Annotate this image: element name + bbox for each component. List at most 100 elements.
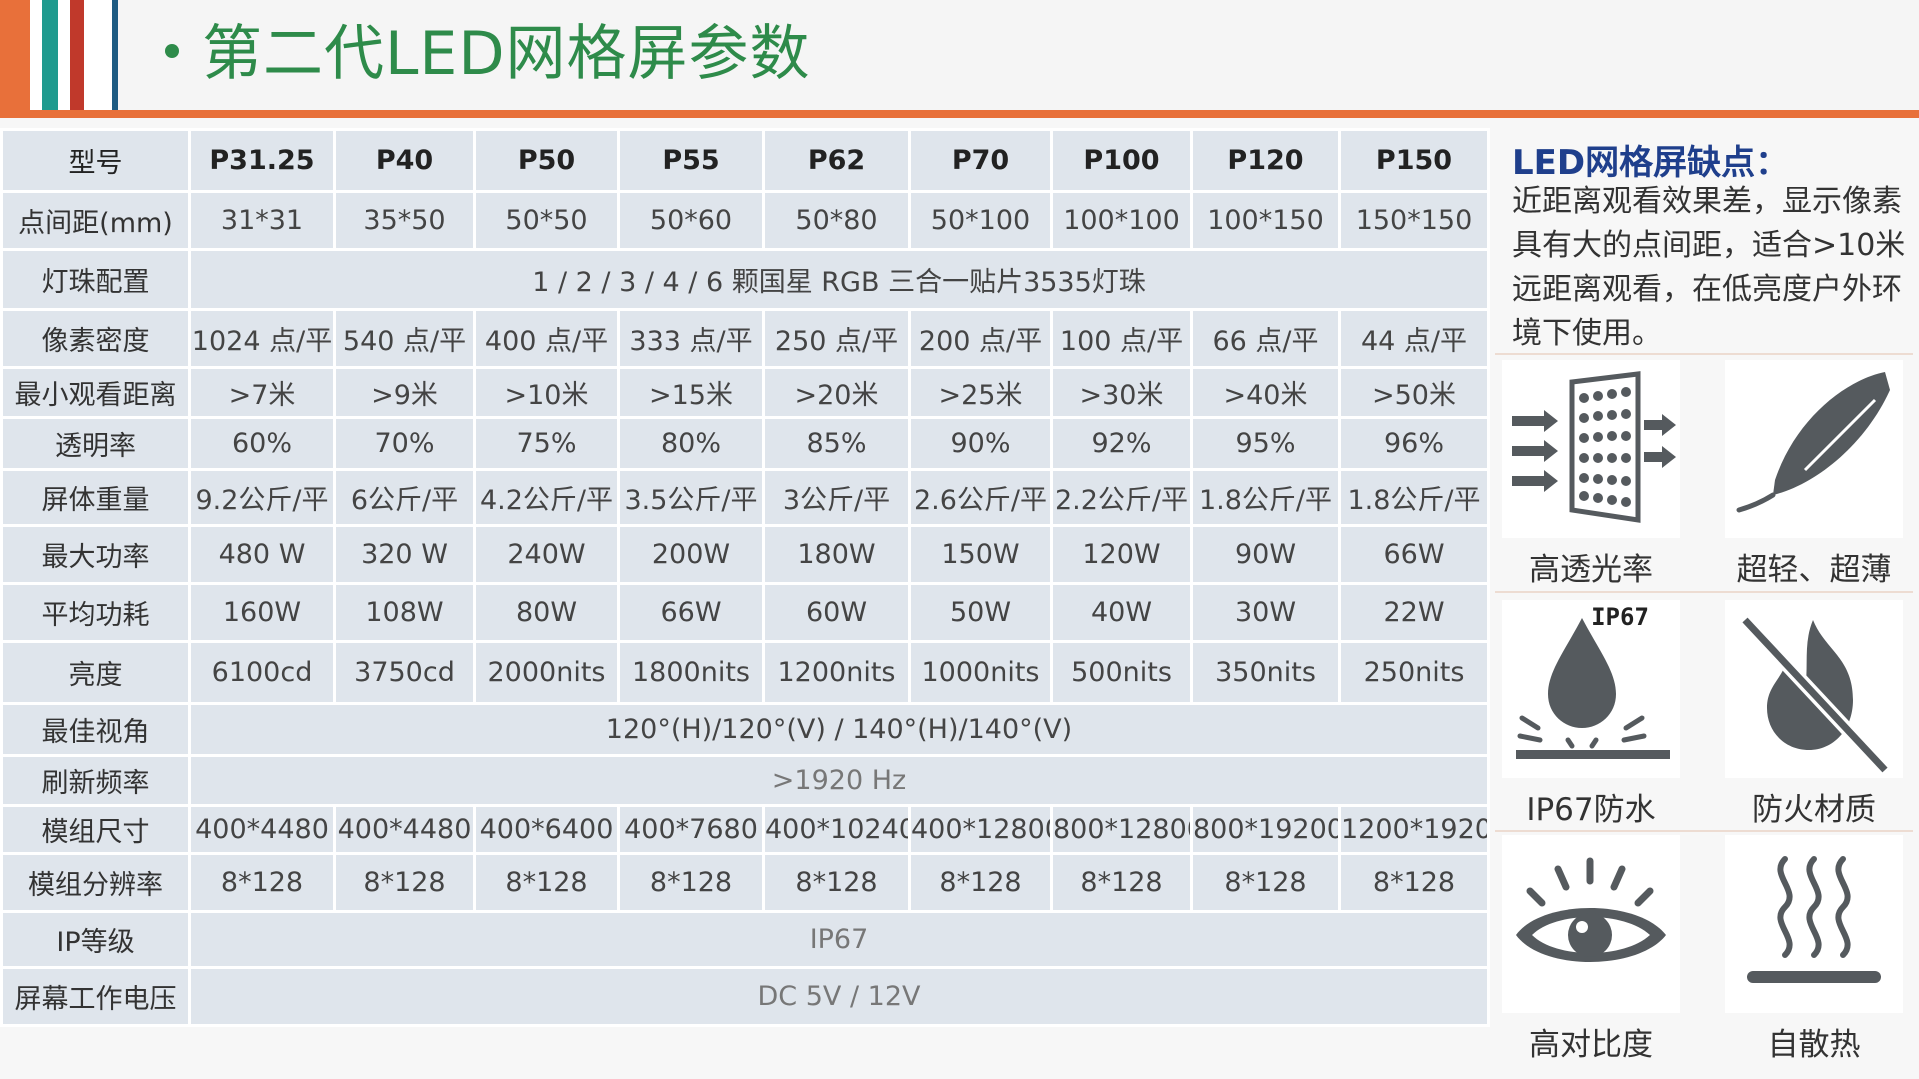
table-cell: 80W (473, 582, 620, 643)
table-cell: 108W (333, 582, 476, 643)
table-row: 像素密度 1024 点/平 540 点/平 400 点/平 333 点/平 250 点/平… (0, 308, 1490, 369)
table-cell: 1200nits (762, 640, 911, 705)
feature-fireproof: 防火材质 (1725, 600, 1915, 829)
feature-caption: 防火材质 (1752, 792, 1876, 828)
row-label: 屏幕工作电压 (0, 966, 191, 1027)
row-label: IP等级 (0, 910, 191, 969)
table-cell: 150W (908, 524, 1053, 585)
table-row: 点间距(mm) 31*31 35*50 50*50 50*60 50*80 50*100 10… (0, 190, 1490, 251)
table-cell: 75% (473, 416, 620, 471)
row-label: 模组尺寸 (0, 804, 191, 855)
feature-caption: IP67防水 (1526, 792, 1656, 828)
merged-cell: IP67 (188, 910, 1490, 969)
table-cell: 90% (908, 416, 1053, 471)
table-cell: 22W (1338, 582, 1490, 643)
table-cell: 3公斤/平 (762, 468, 911, 527)
table-cell: 50*50 (473, 190, 620, 251)
header-cell-model: P62 (762, 128, 911, 193)
feature-waterproof: IP67 IP67防水 (1502, 600, 1692, 829)
table-row: 亮度 6100cd 3750cd 2000nits 1800nits 1200nits 10… (0, 640, 1490, 705)
row-label: 灯珠配置 (0, 248, 191, 311)
feature-caption: 超轻、超薄 (1736, 552, 1892, 588)
spec-table: 型号 P31.25 P40 P50 P55 P62 P70 P100 P120 P150 点间距(m… (0, 128, 1490, 1027)
merged-cell: 1 / 2 / 3 / 4 / 6 颗国星 RGB 三合一贴片3535灯珠 (188, 248, 1490, 311)
table-cell: 160W (188, 582, 336, 643)
table-cell: 44 点/平 (1338, 308, 1490, 369)
table-cell: 1.8公斤/平 (1190, 468, 1341, 527)
table-cell: 320 W (333, 524, 476, 585)
table-cell: 100*100 (1050, 190, 1193, 251)
stripe-gap (30, 0, 42, 112)
header-cell-model: P70 (908, 128, 1053, 193)
header-cell-model: P150 (1338, 128, 1490, 193)
sidebar-title: LED网格屏缺点： (1512, 143, 1790, 183)
table-cell: 85% (762, 416, 911, 471)
table-cell: 40W (1050, 582, 1193, 643)
merged-cell: DC 5V / 12V (188, 966, 1490, 1027)
feature-high-transparency: 高透光率 (1502, 360, 1692, 589)
table-cell: 2.6公斤/平 (908, 468, 1053, 527)
header-cell-model: P100 (1050, 128, 1193, 193)
stripe-navy (112, 0, 118, 112)
stripe-gap (84, 0, 112, 112)
table-cell: >15米 (617, 366, 765, 419)
slide-header: 第二代LED网格屏参数 (0, 0, 1919, 112)
table-cell: 800*12800 (1050, 804, 1193, 855)
table-cell: 8*128 (1190, 852, 1341, 913)
table-cell: 100*150 (1190, 190, 1341, 251)
table-row: 刷新频率 >1920 Hz (0, 754, 1490, 807)
table-cell: 200W (617, 524, 765, 585)
table-cell: 6公斤/平 (333, 468, 476, 527)
feature-lightweight: 超轻、超薄 (1725, 360, 1915, 589)
table-cell: 1200*19200 (1338, 804, 1490, 855)
feather-icon (1725, 360, 1903, 538)
stripe-red (70, 0, 84, 112)
table-row: 最佳视角 120°(H)/120°(V) / 140°(H)/140°(V) (0, 702, 1490, 757)
no-fire-icon (1725, 600, 1903, 778)
table-cell: 66 点/平 (1190, 308, 1341, 369)
table-row: 模组尺寸 400*4480 400*4480 400*6400 400*7680 400*… (0, 804, 1490, 855)
divider (1495, 591, 1913, 593)
table-cell: 9.2公斤/平 (188, 468, 336, 527)
table-cell: 50W (908, 582, 1053, 643)
table-row: 平均功耗 160W 108W 80W 66W 60W 50W 40W 30W 22W (0, 582, 1490, 643)
table-cell: 100 点/平 (1050, 308, 1193, 369)
table-cell: 800*19200 (1190, 804, 1341, 855)
row-label: 点间距(mm) (0, 190, 191, 251)
table-cell: 250 点/平 (762, 308, 911, 369)
table-row: 屏体重量 9.2公斤/平 6公斤/平 4.2公斤/平 3.5公斤/平 3公斤/平 2.6公斤… (0, 468, 1490, 527)
table-cell: 50*80 (762, 190, 911, 251)
header-cell-model: P40 (333, 128, 476, 193)
table-header-row: 型号 P31.25 P40 P50 P55 P62 P70 P100 P120 P150 (0, 128, 1490, 193)
table-row: 屏幕工作电压 DC 5V / 12V (0, 966, 1490, 1027)
header-cell-model: P50 (473, 128, 620, 193)
row-label: 刷新频率 (0, 754, 191, 807)
stripe-orange (0, 0, 30, 112)
divider (1495, 353, 1913, 355)
header-cell-label: 型号 (0, 128, 191, 193)
table-cell: 1000nits (908, 640, 1053, 705)
table-cell: 8*128 (762, 852, 911, 913)
table-cell: 3.5公斤/平 (617, 468, 765, 527)
table-cell: 250nits (1338, 640, 1490, 705)
table-cell: >40米 (1190, 366, 1341, 419)
row-label: 最小观看距离 (0, 366, 191, 419)
table-cell: 31*31 (188, 190, 336, 251)
table-cell: 150*150 (1338, 190, 1490, 251)
water-drop-icon: IP67 (1502, 600, 1680, 778)
table-cell: 8*128 (333, 852, 476, 913)
feature-caption: 高透光率 (1529, 552, 1653, 588)
table-cell: 400*10240 (762, 804, 911, 855)
header-cell-model: P31.25 (188, 128, 336, 193)
table-cell: 400*4480 (188, 804, 336, 855)
table-cell: 30W (1190, 582, 1341, 643)
table-cell: 240W (473, 524, 620, 585)
row-label: 最佳视角 (0, 702, 191, 757)
table-cell: 8*128 (617, 852, 765, 913)
table-row: 模组分辨率 8*128 8*128 8*128 8*128 8*128 8*128 8*128… (0, 852, 1490, 913)
feature-caption: 自散热 (1767, 1027, 1861, 1063)
table-cell: 6100cd (188, 640, 336, 705)
table-cell: 500nits (1050, 640, 1193, 705)
merged-cell: 120°(H)/120°(V) / 140°(H)/140°(V) (188, 702, 1490, 757)
table-cell: 8*128 (908, 852, 1053, 913)
